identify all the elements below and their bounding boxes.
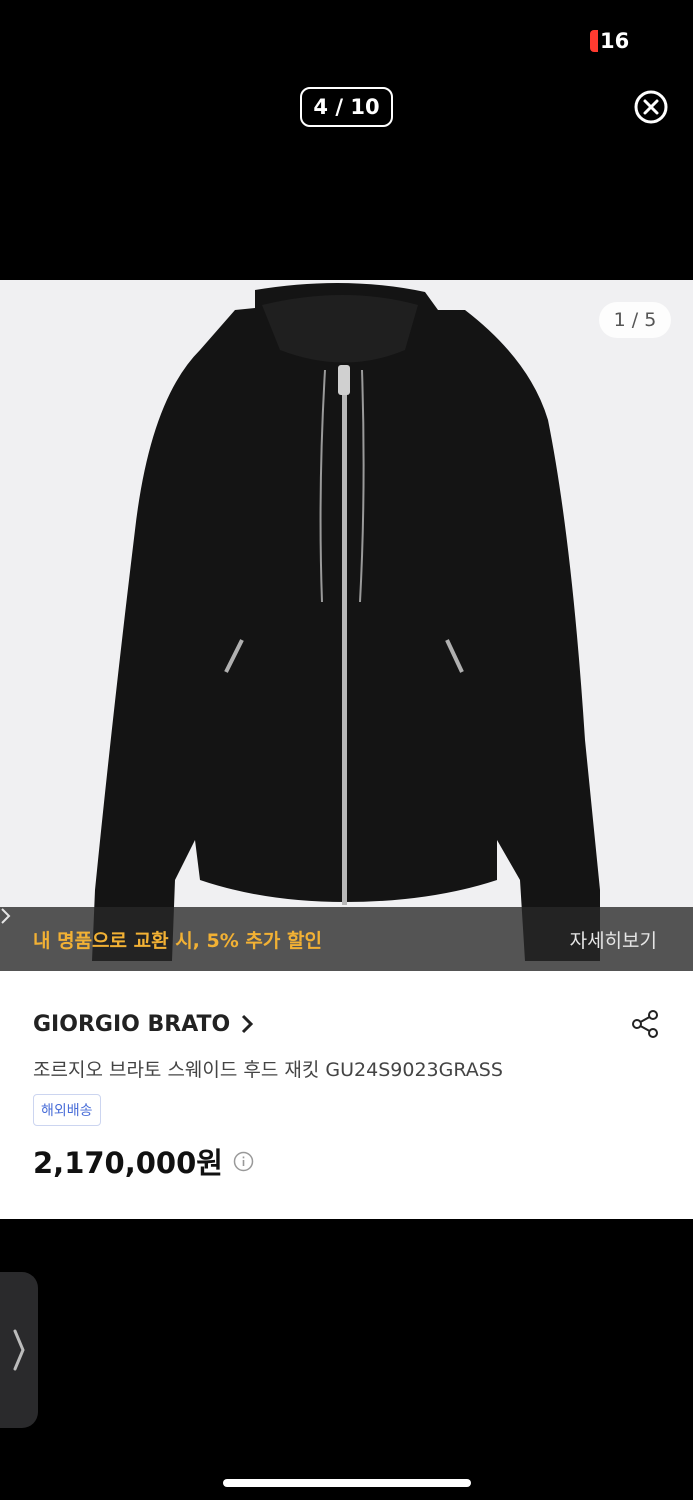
product-card: 1 / 5 내 명품으로 교환 시, 5% 추가 할인 자세히보기 GIORGI… (0, 280, 693, 1219)
hoodie-jacket-image (92, 282, 600, 961)
product-name: 조르지오 브라토 스웨이드 후드 재킷 GU24S9023GRASS (33, 1059, 503, 1081)
brand-name: GIORGIO BRATO (33, 1011, 231, 1037)
image-viewer-counter: 4 / 10 (300, 87, 393, 127)
overseas-shipping-badge: 해외배송 (33, 1094, 101, 1126)
image-counter-badge: 1 / 5 (599, 302, 671, 338)
product-photo[interactable]: 1 / 5 내 명품으로 교환 시, 5% 추가 할인 자세히보기 (0, 280, 693, 971)
promo-banner[interactable]: 내 명품으로 교환 시, 5% 추가 할인 자세히보기 (0, 907, 693, 971)
chevron-right-icon (242, 1014, 254, 1034)
recording-indicator (590, 30, 598, 52)
brand-link[interactable]: GIORGIO BRATO (33, 1012, 254, 1037)
info-icon[interactable] (233, 1151, 254, 1172)
brand-row: GIORGIO BRATO (33, 1003, 660, 1045)
side-panel-tab[interactable] (0, 1272, 38, 1428)
close-circle-icon (634, 90, 668, 124)
status-bar-time: 16 (590, 27, 629, 55)
price-row: 2,170,000원 (33, 1140, 660, 1182)
close-button[interactable] (632, 88, 670, 126)
main-zipper (342, 365, 347, 905)
promo-detail-link[interactable]: 자세히보기 (1, 908, 657, 953)
chevron-right-icon (13, 1329, 25, 1371)
home-indicator[interactable] (223, 1479, 471, 1487)
zipper-pull (338, 365, 350, 395)
chevron-right-icon (1, 908, 11, 924)
product-info: GIORGIO BRATO 조르지오 브라토 스웨이드 후드 재킷 GU24S9… (0, 1003, 693, 1182)
status-time-text: 16 (600, 29, 630, 53)
promo-text: 내 명품으로 교환 시, 5% 추가 할인 (33, 929, 322, 952)
share-icon[interactable] (630, 1009, 660, 1039)
promo-detail-label: 자세히보기 (569, 929, 657, 952)
product-price: 2,170,000원 (33, 1146, 223, 1180)
